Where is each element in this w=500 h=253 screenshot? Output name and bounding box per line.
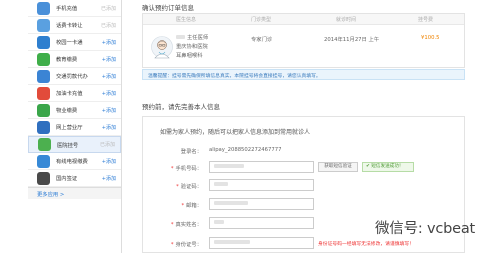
- id-row: * 身份证号： 身份证号码一经填写无法修改，请谨慎填写！: [143, 237, 464, 250]
- sidebar: 手机充值 已添加 话费卡转让 已添加 校园一卡通 +添加 教育缴费 +添加 交通罚款代办 +添加加…: [28, 0, 122, 253]
- app-icon: [38, 138, 51, 151]
- header-fee: 挂号费: [418, 17, 434, 23]
- email-input[interactable]: [209, 198, 314, 210]
- header-doctor: 医生信息: [176, 17, 197, 23]
- add-app-link[interactable]: +添加: [102, 158, 116, 165]
- get-sms-code-button[interactable]: 获取短信验证: [318, 162, 358, 172]
- doctor-avatar-icon: [151, 36, 173, 59]
- phone-row: * 手机号码： 获取短信验证 ✔ 短信发送成功！: [143, 161, 464, 174]
- sidebar-item[interactable]: 手机充值 已添加: [28, 0, 121, 17]
- app-icon: [37, 154, 50, 168]
- add-app-link[interactable]: +添加: [102, 107, 116, 114]
- more-apps-link[interactable]: 更多应用 >: [28, 187, 121, 199]
- id-number-label: 身份证号：: [175, 242, 203, 248]
- doctor-hospital: 重庆协和医院: [176, 44, 208, 50]
- main-content: 确认预约订单信息 医生信息 门诊类型 就诊时间 挂号费 主任医师 重庆协和医院 …: [134, 0, 474, 253]
- sidebar-item-label: 医院挂号: [57, 142, 79, 149]
- confirm-title: 确认预约订单信息: [142, 4, 194, 12]
- sms-success-tip: ✔ 短信发送成功！: [362, 162, 414, 172]
- app-icon: [37, 120, 50, 134]
- id-number-input[interactable]: [209, 237, 314, 249]
- wechat-watermark: 微信号: vcbeat: [375, 221, 476, 237]
- add-app-link[interactable]: +添加: [102, 56, 116, 63]
- phone-value-blurred: [214, 164, 244, 168]
- login-row: 登录名： alipay_2088502272467777: [143, 144, 464, 157]
- sidebar-item-label: 有线电视缴费: [56, 159, 88, 165]
- email-row: * 邮箱：: [143, 198, 464, 211]
- doctor-name-blurred: [176, 35, 185, 39]
- real-name-input[interactable]: [209, 217, 314, 229]
- app-icon: [37, 18, 50, 32]
- sidebar-item-label: 校园一卡通: [56, 40, 83, 46]
- id-number-warning: 身份证号码一经填写无法修改，请谨慎填写！: [318, 242, 414, 247]
- email-label: 邮箱：: [186, 203, 202, 209]
- header-visit-time: 就诊时间: [336, 17, 357, 23]
- add-app-link[interactable]: +添加: [102, 39, 116, 46]
- code-row: * 验证码：: [143, 179, 464, 192]
- added-status: 已添加: [99, 142, 115, 148]
- app-icon: [37, 35, 50, 49]
- order-table: 医生信息 门诊类型 就诊时间 挂号费 主任医师 重庆协和医院 耳鼻咽喉科 专家门…: [142, 13, 465, 68]
- real-name-label: 真实姓名：: [175, 222, 203, 228]
- doctor-department: 耳鼻咽喉科: [176, 53, 203, 59]
- sidebar-item[interactable]: 有线电视缴费 +添加: [28, 153, 121, 170]
- code-label: 验证码：: [180, 184, 202, 190]
- sidebar-item[interactable]: 医院挂号 已添加: [28, 136, 121, 153]
- add-app-link[interactable]: +添加: [102, 124, 116, 131]
- app-icon: [37, 171, 50, 185]
- sidebar-item[interactable]: 校园一卡通 +添加: [28, 34, 121, 51]
- required-mark: *: [181, 203, 185, 209]
- doctor-title: 主任医师: [187, 35, 209, 41]
- sidebar-item-label: 教育缴费: [56, 57, 78, 63]
- sidebar-item[interactable]: 话费卡转让 已添加: [28, 17, 121, 34]
- sidebar-item-label: 国内签证: [56, 176, 78, 182]
- sidebar-list: 手机充值 已添加 话费卡转让 已添加 校园一卡通 +添加 教育缴费 +添加 交通罚款代办 +添加加…: [28, 0, 121, 187]
- added-status: 已添加: [100, 5, 116, 12]
- required-mark: *: [170, 166, 174, 172]
- sidebar-item-label: 话费卡转让: [56, 23, 83, 29]
- add-app-link[interactable]: +添加: [102, 175, 116, 182]
- verification-code-input[interactable]: [209, 179, 314, 191]
- add-app-link[interactable]: +添加: [102, 73, 116, 80]
- clinic-type: 专家门诊: [251, 37, 273, 43]
- sidebar-item[interactable]: 教育缴费 +添加: [28, 51, 121, 68]
- name-value-blurred: [214, 220, 224, 224]
- header-clinic-type: 门诊类型: [251, 17, 272, 23]
- added-status: 已添加: [100, 22, 116, 29]
- sidebar-item[interactable]: 交通罚款代办 +添加: [28, 68, 121, 85]
- required-mark: *: [170, 222, 174, 228]
- family-hint: 如需为家人预约，随后可以把家人信息添加到常用就诊人: [160, 129, 311, 136]
- email-value-blurred: [214, 201, 248, 205]
- sidebar-item[interactable]: 加油卡充值 +添加: [28, 85, 121, 102]
- app-icon: [37, 1, 50, 15]
- reminder-notice: 温馨提醒：挂号需先确保所填信息真实，本院挂号将会直接挂号，请您认真填写。: [142, 69, 465, 80]
- login-value: alipay_2088502272467777: [209, 147, 282, 153]
- app-icon: [37, 86, 50, 100]
- registration-fee: ¥100.5: [421, 35, 440, 41]
- order-table-header: 医生信息 门诊类型 就诊时间 挂号费: [143, 14, 464, 25]
- login-label: 登录名：: [180, 149, 202, 155]
- sidebar-item[interactable]: 物业缴费 +添加: [28, 102, 121, 119]
- sidebar-item[interactable]: 网上营业厅 +添加: [28, 119, 121, 136]
- phone-label: 手机号码：: [175, 166, 203, 172]
- fill-info-title: 预约前，请先完善本人信息: [142, 103, 220, 111]
- app-icon: [37, 103, 50, 117]
- sidebar-item-label: 网上营业厅: [56, 125, 83, 131]
- code-value-blurred: [214, 182, 228, 186]
- add-app-link[interactable]: +添加: [102, 90, 116, 97]
- sidebar-item-label: 交通罚款代办: [56, 74, 88, 80]
- id-value-blurred: [214, 240, 250, 244]
- sidebar-item-label: 物业缴费: [56, 108, 78, 114]
- visit-time: 2014年11月27日 上午: [324, 37, 380, 43]
- sidebar-item-label: 手机充值: [56, 6, 78, 12]
- required-mark: *: [170, 242, 174, 248]
- required-mark: *: [176, 184, 179, 190]
- app-icon: [37, 52, 50, 66]
- app-icon: [37, 69, 50, 83]
- sidebar-item[interactable]: 国内签证 +添加: [28, 170, 121, 187]
- sidebar-item-label: 加油卡充值: [56, 91, 83, 97]
- phone-input[interactable]: [209, 161, 314, 173]
